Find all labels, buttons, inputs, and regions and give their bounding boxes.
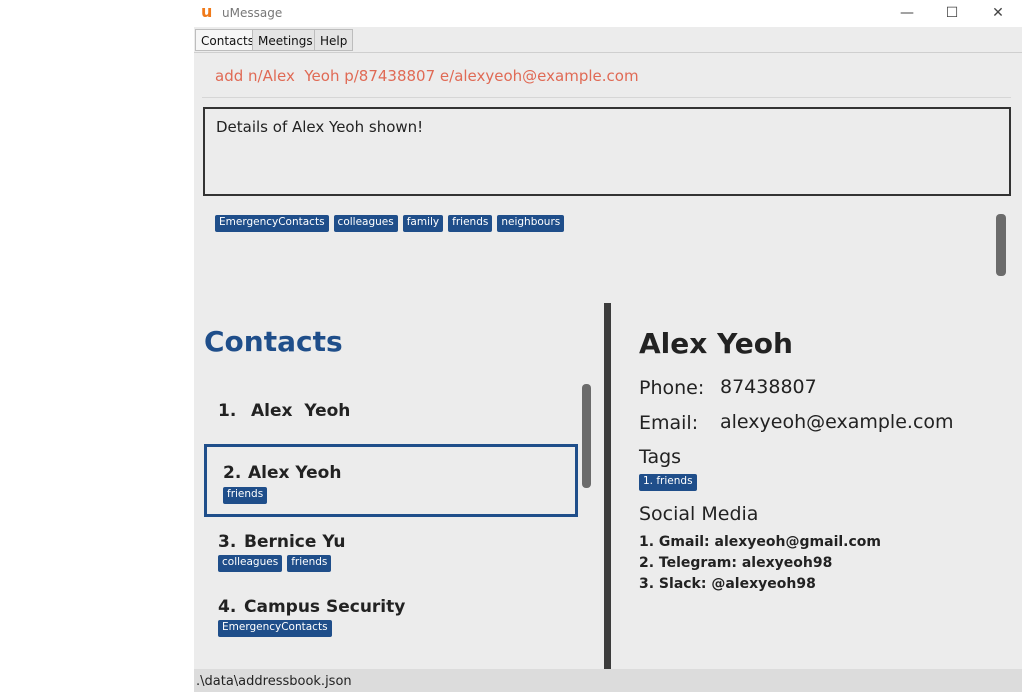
email-value: alexyeoh@example.com <box>720 411 954 433</box>
tag-friends[interactable]: friends <box>448 215 493 232</box>
panel-divider[interactable] <box>604 303 611 669</box>
contact-tag: colleagues <box>218 555 283 572</box>
contact-index: 1. <box>218 401 237 421</box>
contact-index: 2. <box>223 463 242 483</box>
social-telegram: 2. Telegram: alexyeoh98 <box>639 555 833 571</box>
command-input[interactable]: add n/Alex Yeoh p/87438807 e/alexyeoh@ex… <box>215 67 639 85</box>
social-slack: 3. Slack: @alexyeoh98 <box>639 576 816 592</box>
menu-meetings[interactable]: Meetings <box>252 29 319 51</box>
contact-list-item[interactable]: 3. Bernice Yu colleagues friends <box>204 528 578 588</box>
contact-tags: EmergencyContacts <box>218 620 337 639</box>
contact-name: Alex Yeoh <box>248 463 342 483</box>
tags-heading: Tags <box>639 446 682 468</box>
menu-bar: Contacts Meetings Help <box>194 27 1022 53</box>
contact-detail-panel: Alex Yeoh Phone: 87438807 Email: alexyeo… <box>611 303 1022 669</box>
title-bar: u uMessage — ☐ ✕ <box>194 0 1022 27</box>
phone-label: Phone: <box>639 377 705 399</box>
result-display: Details of Alex Yeoh shown! <box>203 107 1011 196</box>
detail-tag: 1. friends <box>639 474 697 491</box>
contact-list-scrollbar[interactable] <box>582 384 591 488</box>
tag-emergency-contacts[interactable]: EmergencyContacts <box>215 215 329 232</box>
menu-help[interactable]: Help <box>314 29 354 51</box>
contact-tags: colleagues friends <box>218 555 336 574</box>
contact-tag: EmergencyContacts <box>218 620 332 637</box>
contacts-panel: Contacts 1. Alex Yeoh 2. Alex Yeoh frien… <box>194 303 604 669</box>
social-media-heading: Social Media <box>639 503 759 525</box>
detail-tags: 1. friends <box>639 474 702 493</box>
minimize-button[interactable]: — <box>892 4 922 22</box>
u-logo-icon: u <box>201 2 213 21</box>
contacts-heading: Contacts <box>204 325 343 358</box>
close-button[interactable]: ✕ <box>983 4 1013 22</box>
contact-list-item[interactable]: 4. Campus Security EmergencyContacts <box>204 593 578 653</box>
tag-neighbours[interactable]: neighbours <box>497 215 565 232</box>
social-gmail: 1. Gmail: alexyeoh@gmail.com <box>639 534 881 550</box>
detail-name: Alex Yeoh <box>639 327 793 360</box>
command-box[interactable]: add n/Alex Yeoh p/87438807 e/alexyeoh@ex… <box>202 63 1011 98</box>
contact-tag: friends <box>223 487 268 504</box>
contact-list-item[interactable]: 1. Alex Yeoh <box>204 397 578 437</box>
contact-tag: friends <box>287 555 332 572</box>
status-bar: .\data\addressbook.json <box>194 669 1022 692</box>
contact-name: Campus Security <box>244 597 406 617</box>
app-window: u uMessage — ☐ ✕ Contacts Meetings Help … <box>194 0 1022 692</box>
tag-filter-bar: EmergencyContacts colleagues family friends… <box>215 215 569 232</box>
contact-list-item-selected[interactable]: 2. Alex Yeoh friends <box>204 444 578 517</box>
menu-contacts[interactable]: Contacts <box>195 29 260 51</box>
phone-value: 87438807 <box>720 376 817 398</box>
main-content: add n/Alex Yeoh p/87438807 e/alexyeoh@ex… <box>194 53 1022 669</box>
contact-name: Bernice Yu <box>244 532 346 552</box>
contact-tags: friends <box>223 487 272 506</box>
contact-name: Alex Yeoh <box>251 401 351 421</box>
tag-scrollbar[interactable] <box>996 214 1006 276</box>
data-file-path: .\data\addressbook.json <box>196 674 352 689</box>
tag-family[interactable]: family <box>402 215 444 232</box>
maximize-button[interactable]: ☐ <box>937 4 967 22</box>
email-label: Email: <box>639 412 699 434</box>
window-title: uMessage <box>222 6 283 20</box>
result-text: Details of Alex Yeoh shown! <box>216 118 424 136</box>
contact-index: 4. <box>218 597 237 617</box>
tag-colleagues[interactable]: colleagues <box>333 215 398 232</box>
contact-index: 3. <box>218 532 237 552</box>
